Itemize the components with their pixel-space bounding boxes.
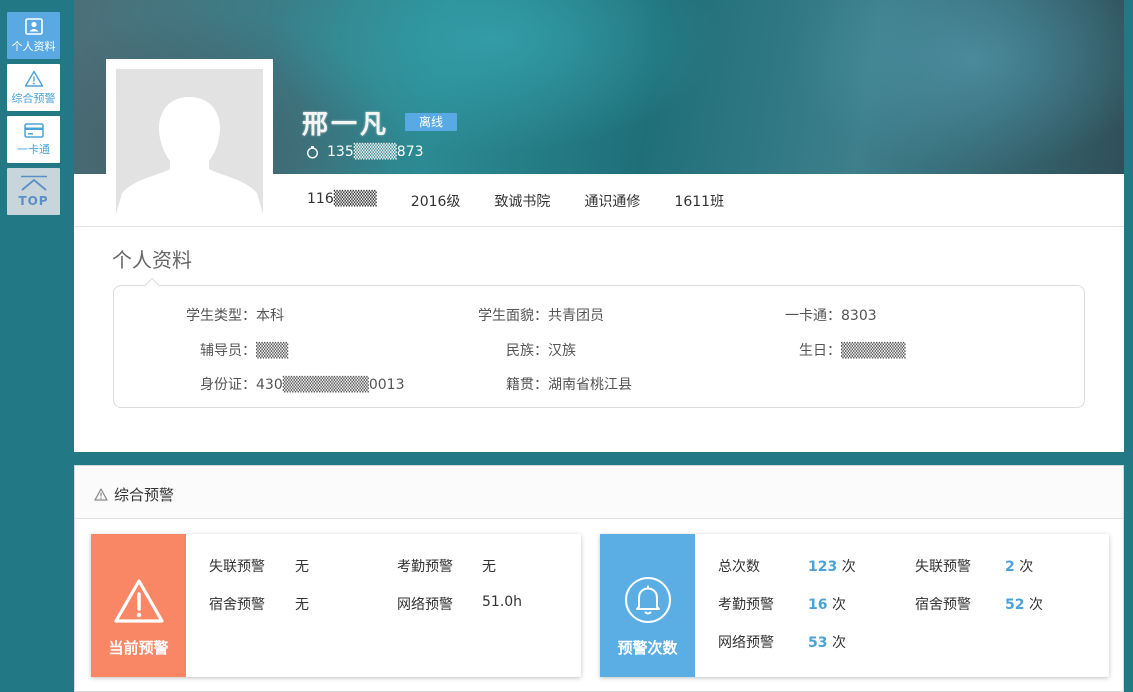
nav-warning[interactable]: 综合预警 xyxy=(7,64,60,111)
warning-count-card: 预警次数 总次数 123 次 失联预警 2 次 考勤预警 16 次 宿舍预警 5… xyxy=(600,534,1109,677)
status-badge: 离线 xyxy=(405,113,457,131)
field-ethnicity: 民族：汉族 xyxy=(506,343,576,359)
current-warning-side: 当前预警 xyxy=(91,534,186,677)
warning-header: 综合预警 xyxy=(75,466,1123,519)
count-item-value: 16 次 xyxy=(808,597,846,613)
student-name: 邢一凡 xyxy=(302,110,390,140)
warning-count-label: 预警次数 xyxy=(617,639,678,657)
count-item-value: 2 次 xyxy=(1005,559,1034,575)
count-item-name: 网络预警 xyxy=(718,635,774,651)
field-birthday: 生日：▒▒▒▒▒▒ xyxy=(799,343,906,359)
current-item-value: 无 xyxy=(295,559,309,575)
count-item-value: 53 次 xyxy=(808,635,846,651)
current-item-value: 无 xyxy=(295,597,309,613)
nav-profile-label: 个人资料 xyxy=(11,39,56,53)
count-item-value: 52 次 xyxy=(1005,597,1043,613)
field-political-status: 学生面貌：共青团员 xyxy=(478,308,604,324)
count-item-name: 考勤预警 xyxy=(718,597,774,613)
warning-count-side: 预警次数 xyxy=(600,534,695,677)
count-item-name: 失联预警 xyxy=(915,559,971,575)
nav-warning-label: 综合预警 xyxy=(11,91,56,105)
side-nav: 个人资料 综合预警 一卡通 TOP xyxy=(7,12,60,220)
student-info-bar: 116▒▒▒▒ 2016级 致诚书院 通识通修 1611班 xyxy=(307,191,758,211)
phone-row: 135▒▒▒▒873 xyxy=(306,144,424,160)
student-grade: 2016级 xyxy=(410,194,461,210)
current-item-name: 考勤预警 xyxy=(397,559,453,575)
current-item-name: 网络预警 xyxy=(397,597,453,613)
profile-section-title: 个人资料 xyxy=(112,248,192,272)
current-item-name: 失联预警 xyxy=(209,559,265,575)
count-item-name: 宿舍预警 xyxy=(915,597,971,613)
card-icon xyxy=(23,122,44,138)
current-item-name: 宿舍预警 xyxy=(209,597,265,613)
field-student-type: 学生类型：本科 xyxy=(186,308,284,324)
student-class: 1611班 xyxy=(674,194,725,210)
current-warning-card: 当前预警 失联预警 无 考勤预警 无 宿舍预警 无 网络预警 51.0h xyxy=(91,534,581,677)
student-college: 致诚书院 xyxy=(494,194,551,210)
warning-panel: 综合预警 当前预警 失联预警 无 考勤预警 无 宿舍预警 无 网络预警 51.0… xyxy=(74,465,1124,692)
current-warning-label: 当前预警 xyxy=(108,639,169,657)
student-major: 通识通修 xyxy=(584,194,641,210)
warning-icon xyxy=(24,70,43,87)
field-counselor: 辅导员：▒▒▒ xyxy=(200,343,289,359)
student-id: 116▒▒▒▒ xyxy=(307,191,377,207)
back-to-top-button[interactable]: TOP xyxy=(7,168,60,215)
current-item-value: 51.0h xyxy=(482,594,523,610)
warning-icon xyxy=(94,488,108,501)
info-bar-divider xyxy=(74,226,1124,227)
default-avatar-icon xyxy=(116,97,263,214)
user-card-icon xyxy=(24,17,43,35)
nav-card-label: 一卡通 xyxy=(17,142,50,156)
field-card-number: 一卡通：8303 xyxy=(785,308,877,324)
current-item-value: 无 xyxy=(482,559,496,575)
back-to-top-label: TOP xyxy=(18,194,49,208)
phone-icon xyxy=(306,146,319,159)
profile-details-box: 学生类型：本科 学生面貌：共青团员 一卡通：8303 辅导员：▒▒▒ 民族：汉族… xyxy=(113,277,1085,408)
avatar xyxy=(106,59,273,214)
field-id-card: 身份证：430▒▒▒▒▒▒▒▒0013 xyxy=(200,377,405,393)
count-item-value: 123 次 xyxy=(808,559,856,575)
bell-icon xyxy=(624,577,671,623)
count-item-name: 总次数 xyxy=(718,559,760,575)
warning-title: 综合预警 xyxy=(94,484,174,505)
chevron-up-icon xyxy=(20,175,47,191)
nav-card[interactable]: 一卡通 xyxy=(7,116,60,163)
phone-number: 135▒▒▒▒873 xyxy=(327,144,424,160)
alert-triangle-icon xyxy=(113,579,164,623)
field-hometown: 籍贯：湖南省桃江县 xyxy=(506,377,632,393)
nav-profile[interactable]: 个人资料 xyxy=(7,12,60,59)
